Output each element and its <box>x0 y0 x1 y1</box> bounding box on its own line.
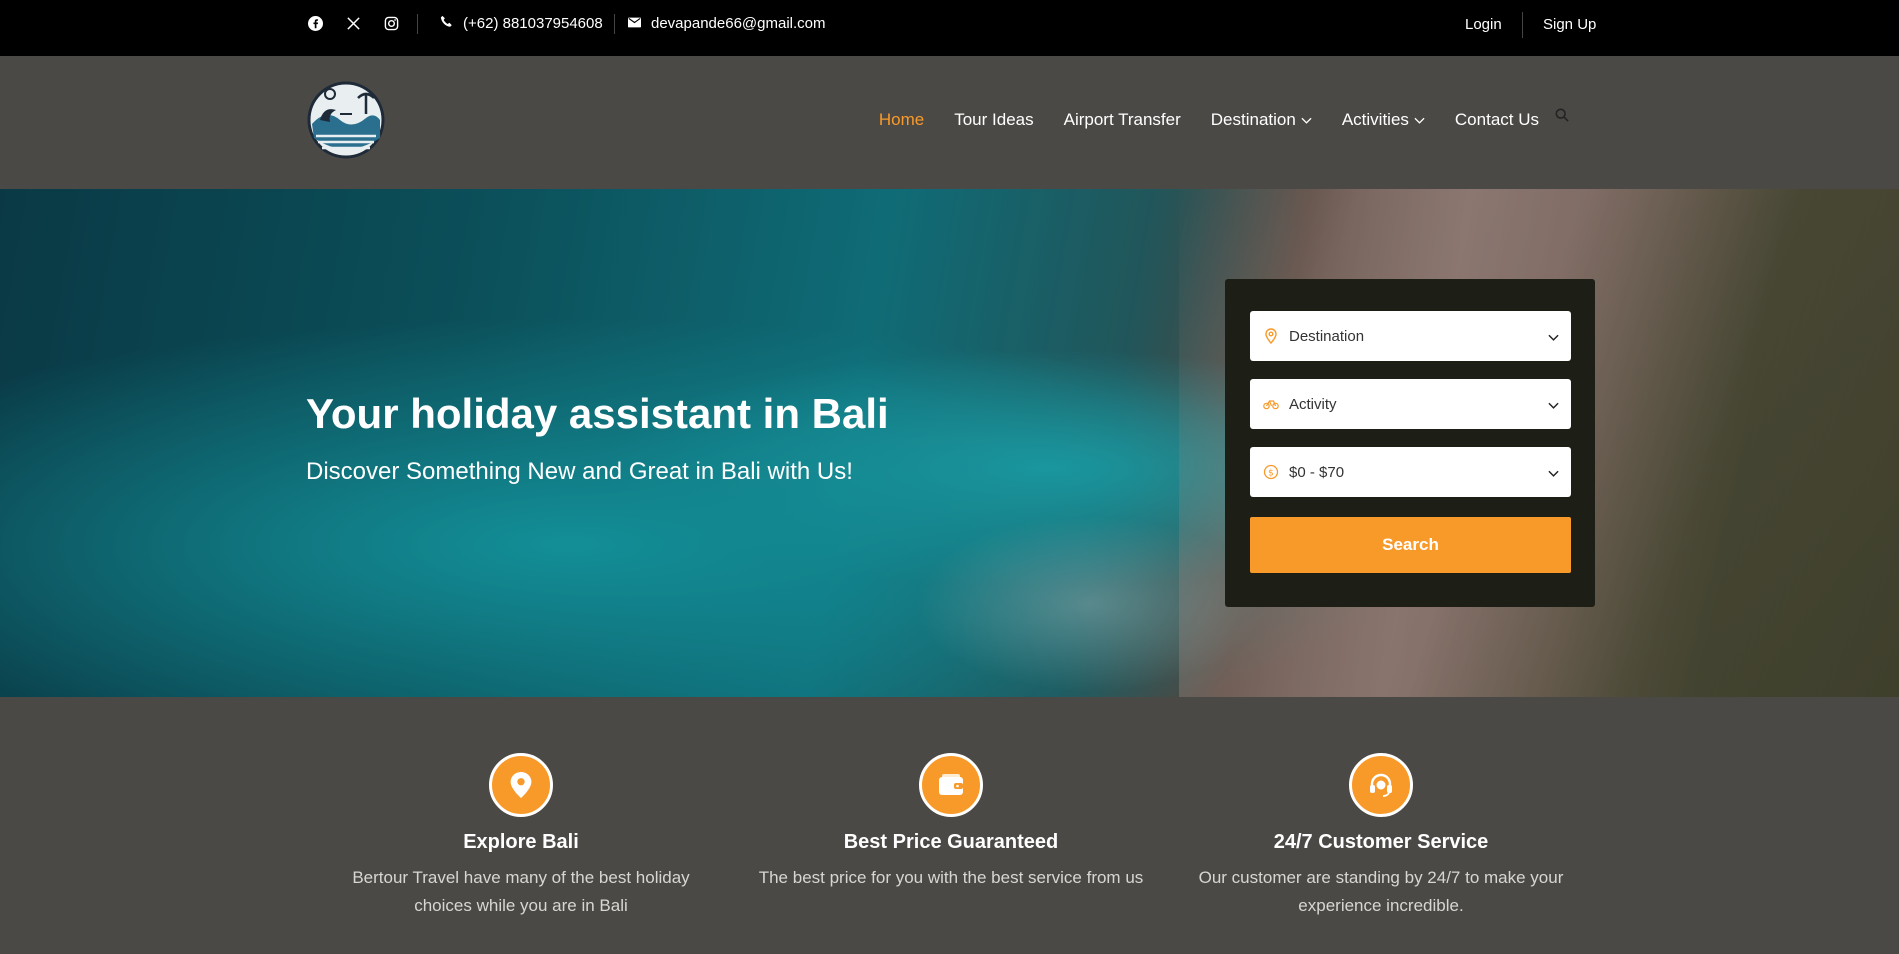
phone-icon <box>440 15 453 32</box>
feature-text: The best price for you with the best ser… <box>736 864 1166 892</box>
destination-select[interactable]: Destination <box>1250 311 1571 361</box>
feature-title: Explore Bali <box>463 831 579 853</box>
email-address: devapande66@gmail.com <box>651 15 826 32</box>
nav-item-label: Activities <box>1341 110 1409 129</box>
phone-contact[interactable]: (+62) 881037954608 <box>440 15 603 32</box>
nav-item-label: Contact Us <box>1454 110 1539 129</box>
feature-text-line: choices while you are in Bali <box>414 896 628 915</box>
chevron-down-icon <box>1548 329 1559 346</box>
feature-text: Our customer are standing by 24/7 to mak… <box>1166 864 1596 920</box>
feature-title: Best Price Guaranteed <box>843 831 1059 853</box>
site-logo[interactable] <box>306 80 386 160</box>
instagram-icon[interactable] <box>382 14 400 32</box>
map-pin-icon <box>489 753 553 817</box>
nav-item-activities[interactable]: Activities <box>1342 110 1425 130</box>
nav-item-tour-ideas[interactable]: Tour Ideas <box>954 110 1033 130</box>
hero-title: Your holiday assistant in Bali <box>306 390 889 437</box>
destination-value: Destination <box>1289 327 1365 345</box>
features-section: Explore Bali Bertour Travel have many of… <box>0 697 1899 954</box>
hero-subtitle: Discover Something New and Great in Bali… <box>306 458 853 485</box>
map-pin-icon <box>1263 328 1279 344</box>
x-twitter-icon[interactable] <box>344 14 362 32</box>
nav-item-destination[interactable]: Destination <box>1211 110 1312 130</box>
nav-menu: Home Tour Ideas Airport Transfer Destina… <box>879 107 1569 130</box>
email-contact[interactable]: devapande66@gmail.com <box>628 15 826 32</box>
feature-text: Bertour Travel have many of the best hol… <box>306 864 736 920</box>
nav-item-home[interactable]: Home <box>879 110 924 130</box>
nav-item-label: Home <box>878 110 925 129</box>
chevron-down-icon <box>1301 110 1312 130</box>
hero-banner <box>0 189 1899 697</box>
search-button[interactable]: Search <box>1250 517 1571 573</box>
mail-icon <box>628 15 641 32</box>
feature-customer-service: 24/7 Customer Service Our customer are s… <box>1166 753 1596 920</box>
nav-item-label: Airport Transfer <box>1063 110 1181 129</box>
signup-link[interactable]: Sign Up <box>1543 16 1596 33</box>
divider <box>1522 12 1523 38</box>
chevron-down-icon <box>1548 465 1559 482</box>
bicycle-icon <box>1263 396 1279 412</box>
price-value: $0 - $70 <box>1289 463 1345 481</box>
social-links <box>306 14 400 32</box>
feature-text-line: Bertour Travel have many of the best hol… <box>352 868 690 887</box>
chevron-down-icon <box>1548 397 1559 414</box>
svg-text:$: $ <box>1268 469 1274 479</box>
wallet-icon <box>919 753 983 817</box>
nav-item-label: Destination <box>1210 110 1296 129</box>
price-select[interactable]: $ $0 - $70 <box>1250 447 1571 497</box>
phone-number: (+62) 881037954608 <box>463 15 603 32</box>
feature-text-line: Our customer are standing by 24/7 to mak… <box>1198 868 1564 887</box>
nav-item-label: Tour Ideas <box>954 110 1034 129</box>
feature-explore-bali: Explore Bali Bertour Travel have many of… <box>306 753 736 920</box>
login-link[interactable]: Login <box>1465 16 1502 33</box>
nav-item-contact-us[interactable]: Contact Us <box>1455 110 1539 130</box>
dollar-coin-icon: $ <box>1263 464 1279 480</box>
hero-overlay <box>0 189 1899 697</box>
headset-icon <box>1349 753 1413 817</box>
divider <box>417 14 418 34</box>
activity-select[interactable]: Activity <box>1250 379 1571 429</box>
feature-best-price: Best Price Guaranteed The best price for… <box>736 753 1166 892</box>
feature-text-line: The best price for you with the best ser… <box>758 868 1144 887</box>
top-bar: (+62) 881037954608 devapande66@gmail.com… <box>0 0 1899 56</box>
feature-text-line: experience incredible. <box>1298 896 1464 915</box>
activity-value: Activity <box>1289 395 1337 413</box>
chevron-down-icon <box>1414 110 1425 130</box>
main-navigation: Home Tour Ideas Airport Transfer Destina… <box>0 56 1899 189</box>
nav-item-airport-transfer[interactable]: Airport Transfer <box>1064 110 1181 130</box>
search-card: Destination Activity $ $0 - $70 Search <box>1225 279 1595 607</box>
search-icon[interactable] <box>1555 107 1569 127</box>
feature-title: 24/7 Customer Service <box>1273 831 1489 853</box>
divider <box>614 14 615 34</box>
facebook-icon[interactable] <box>306 14 324 32</box>
